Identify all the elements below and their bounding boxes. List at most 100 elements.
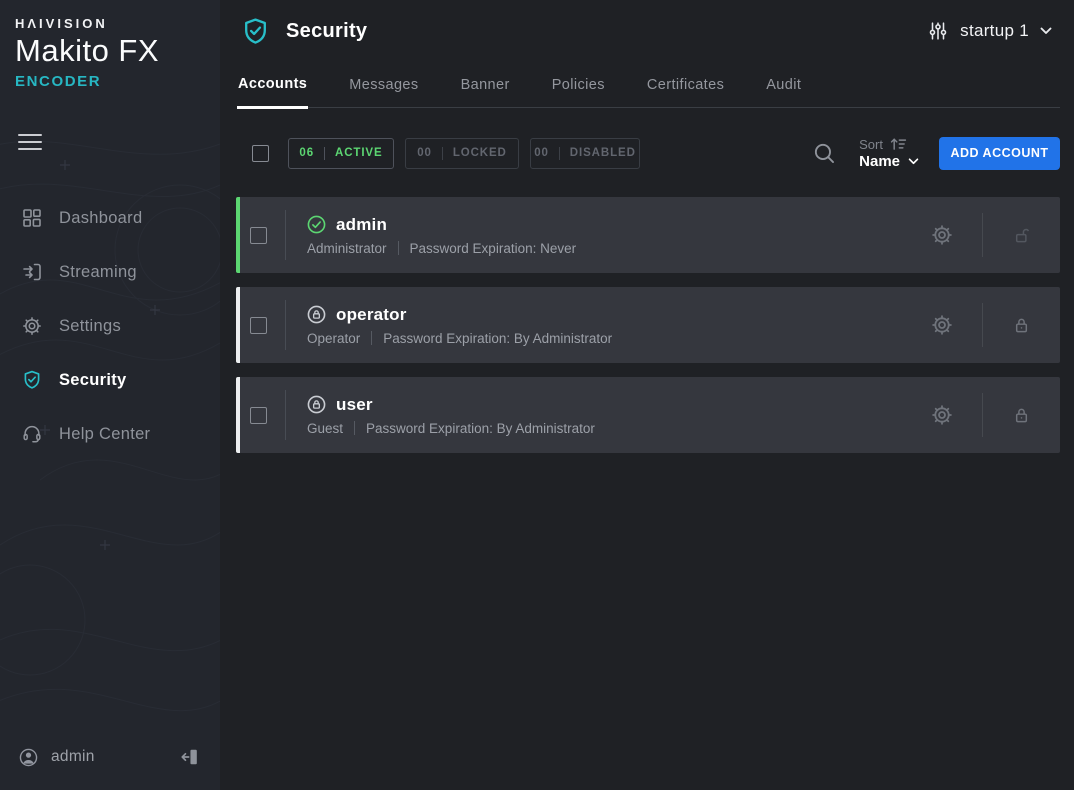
actions-divider: [982, 303, 983, 347]
brand-product: Makito FX: [15, 33, 159, 69]
sidebar-item-label: Settings: [59, 317, 121, 336]
sidebar: HΛIVISION Makito FX ENCODER Dashboard St…: [0, 0, 220, 790]
preset-name: startup 1: [960, 21, 1029, 41]
row-checkbox[interactable]: [250, 317, 267, 334]
brand-logo: HΛIVISION Makito FX ENCODER: [15, 16, 159, 90]
row-divider: [285, 210, 286, 260]
account-row-operator: operator Operator Password Expiration: B…: [236, 287, 1060, 363]
locked-count: 00: [417, 147, 432, 159]
dashboard-grid-icon: [20, 207, 44, 229]
sidebar-item-streaming[interactable]: Streaming: [0, 245, 220, 299]
sidebar-item-label: Dashboard: [59, 209, 142, 228]
tab-messages[interactable]: Messages: [348, 76, 419, 107]
gear-icon: [930, 223, 954, 247]
security-tabs: Accounts Messages Banner Policies Certif…: [237, 64, 1060, 108]
lock-closed-icon: [1011, 405, 1032, 426]
status-filter-chips: 06 ACTIVE 00 LOCKED 00 DISABLED: [288, 138, 640, 169]
brand-tagline: ENCODER: [15, 73, 159, 90]
row-divider: [285, 390, 286, 440]
main-content: Security startup 1 Accounts Messages Ban…: [220, 0, 1074, 790]
account-name: user: [336, 395, 373, 415]
active-count: 06: [299, 147, 314, 159]
check-circle-icon: [307, 215, 326, 234]
account-info: operator Operator Password Expiration: B…: [307, 305, 612, 346]
page-title: Security: [286, 20, 367, 43]
add-account-button[interactable]: ADD ACCOUNT: [939, 137, 1060, 170]
filter-chip-active[interactable]: 06 ACTIVE: [288, 138, 394, 169]
actions-divider: [982, 393, 983, 437]
filter-chip-locked[interactable]: 00 LOCKED: [405, 138, 519, 169]
search-button[interactable]: [812, 141, 837, 166]
tab-accounts[interactable]: Accounts: [237, 76, 308, 109]
lock-open-icon: [1011, 225, 1032, 246]
shield-check-icon: [20, 369, 44, 391]
sidebar-item-settings[interactable]: Settings: [0, 299, 220, 353]
gear-icon: [930, 313, 954, 337]
tab-certificates[interactable]: Certificates: [646, 76, 725, 107]
menu-toggle-button[interactable]: [16, 127, 44, 157]
active-label: ACTIVE: [335, 147, 383, 159]
current-user-name: admin: [51, 748, 180, 766]
chip-divider: [559, 147, 560, 160]
row-actions: [930, 213, 1060, 257]
locked-label: LOCKED: [453, 147, 507, 159]
row-actions: [930, 393, 1060, 437]
tab-banner[interactable]: Banner: [460, 76, 511, 107]
sidebar-footer: admin: [0, 732, 220, 790]
tab-policies[interactable]: Policies: [551, 76, 606, 107]
search-icon: [812, 141, 837, 166]
actions-divider: [982, 213, 983, 257]
tab-audit[interactable]: Audit: [765, 76, 802, 107]
sort-label: Sort: [859, 137, 883, 152]
account-info: user Guest Password Expiration: By Admin…: [307, 395, 595, 436]
sliders-icon: [927, 20, 949, 42]
hamburger-icon: [18, 134, 42, 136]
account-settings-button[interactable]: [930, 313, 954, 337]
account-lock-button[interactable]: [1011, 315, 1032, 336]
sidebar-item-label: Help Center: [59, 425, 150, 444]
lock-closed-icon: [1011, 315, 1032, 336]
preset-selector[interactable]: startup 1: [927, 20, 1052, 42]
sidebar-item-help-center[interactable]: Help Center: [0, 407, 220, 461]
disabled-label: DISABLED: [570, 147, 636, 159]
account-role: Administrator: [307, 241, 387, 256]
sort-dropdown[interactable]: Sort Name: [859, 136, 919, 170]
sidebar-nav: Dashboard Streaming Settings Security: [0, 191, 220, 461]
sort-value: Name: [859, 153, 900, 170]
account-settings-button[interactable]: [930, 403, 954, 427]
account-expiration: Password Expiration: By Administrator: [366, 421, 595, 436]
select-all-checkbox[interactable]: [252, 145, 269, 162]
account-info: admin Administrator Password Expiration:…: [307, 215, 576, 256]
row-checkbox[interactable]: [250, 407, 267, 424]
row-checkbox[interactable]: [250, 227, 267, 244]
subtext-divider: [371, 331, 372, 345]
chevron-down-icon: [1040, 27, 1052, 35]
account-expiration: Password Expiration: By Administrator: [383, 331, 612, 346]
sort-asc-icon: [889, 136, 908, 152]
streaming-arrows-icon: [20, 261, 44, 283]
filter-chip-disabled[interactable]: 00 DISABLED: [530, 138, 640, 169]
page-header: Security startup 1: [220, 0, 1074, 62]
security-shield-icon: [240, 16, 271, 47]
row-actions: [930, 303, 1060, 347]
chevron-down-icon: [908, 158, 919, 165]
gear-icon: [20, 315, 44, 337]
account-row-admin: admin Administrator Password Expiration:…: [236, 197, 1060, 273]
account-name: admin: [336, 215, 387, 235]
headset-icon: [20, 423, 44, 445]
account-settings-button[interactable]: [930, 223, 954, 247]
account-lock-button[interactable]: [1011, 405, 1032, 426]
lock-circle-icon: [307, 305, 326, 324]
logout-button[interactable]: [180, 747, 200, 767]
logout-icon: [180, 747, 200, 767]
account-role: Operator: [307, 331, 360, 346]
account-lock-button[interactable]: [1011, 225, 1032, 246]
accounts-list: admin Administrator Password Expiration:…: [236, 197, 1060, 453]
disabled-count: 00: [534, 147, 549, 159]
sidebar-item-label: Security: [59, 371, 127, 390]
avatar-icon: [18, 747, 39, 768]
chip-divider: [324, 147, 325, 160]
account-role: Guest: [307, 421, 343, 436]
sidebar-item-dashboard[interactable]: Dashboard: [0, 191, 220, 245]
sidebar-item-security[interactable]: Security: [0, 353, 220, 407]
